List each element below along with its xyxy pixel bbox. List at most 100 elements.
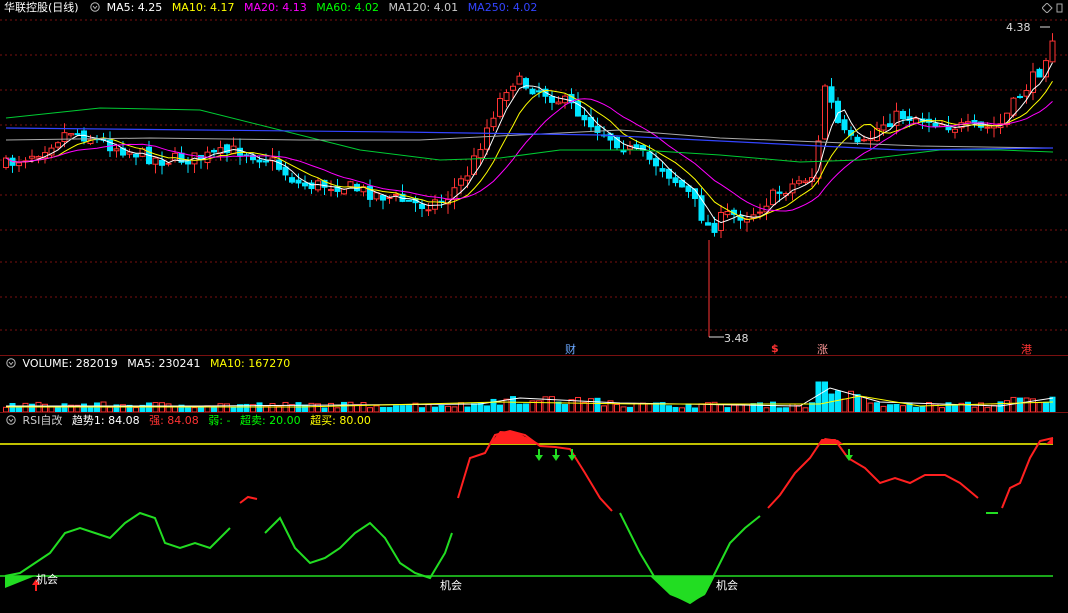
volume-bar — [360, 402, 367, 412]
candle-body — [29, 155, 35, 159]
candle-body — [841, 119, 848, 131]
candle-body — [432, 199, 438, 210]
price-panel[interactable]: 华联控股(日线) MA5: 4.25 MA10: 4.17 MA20: 4.13… — [0, 0, 1068, 356]
candle-body — [406, 199, 412, 202]
volume-bar — [224, 403, 230, 412]
volume-bar — [9, 403, 16, 412]
candle-body — [659, 168, 666, 172]
candle-body — [172, 152, 178, 161]
volume-bar — [1023, 397, 1030, 412]
signal-label: 机会 — [36, 573, 58, 586]
candle-body — [724, 210, 731, 216]
rsi-settings-icon[interactable] — [6, 415, 16, 425]
candle-body — [555, 101, 562, 105]
marker-dollar[interactable]: $ — [771, 342, 779, 355]
candlestick-chart[interactable] — [0, 0, 1068, 355]
volume-bar — [841, 398, 848, 412]
signal-label: 机会 — [440, 579, 462, 592]
candle-body — [68, 133, 74, 136]
rsi-weak: 弱: - — [208, 414, 231, 427]
candle-body — [1036, 68, 1043, 78]
candle-body — [484, 127, 490, 150]
candle-body — [503, 92, 510, 101]
rsi-strong-line — [239, 495, 258, 504]
volume-bar — [1004, 400, 1010, 412]
volume-bar — [731, 404, 737, 412]
settings-diamond-icon[interactable] — [90, 2, 100, 12]
ma5-line — [5, 62, 1053, 224]
candle-body — [757, 211, 763, 214]
candle-body — [276, 159, 282, 170]
volume-bar — [425, 404, 432, 412]
price-header: 华联控股(日线) MA5: 4.25 MA10: 4.17 MA20: 4.13… — [4, 0, 543, 16]
candle-body — [393, 193, 399, 196]
candle-body — [932, 122, 939, 127]
rsi-name: RSI自改 — [22, 414, 63, 427]
candle-body — [529, 88, 536, 95]
candle-body — [802, 180, 809, 183]
candle-body — [347, 181, 354, 188]
volume-bar — [685, 403, 692, 412]
candle-body — [165, 162, 172, 165]
volume-bar — [269, 403, 276, 412]
candle-body — [1017, 95, 1023, 98]
candle-body — [295, 179, 302, 184]
volume-bar — [698, 403, 705, 412]
volume-bar — [867, 402, 874, 412]
volume-bar — [815, 381, 822, 412]
candle-body — [458, 178, 464, 186]
ma60-label: MA60: 4.02 — [316, 1, 379, 14]
volume-panel[interactable]: VOLUME: 282019 MA5: 230241 MA10: 167270 — [0, 356, 1068, 412]
candle-body — [302, 182, 308, 187]
rsi-oversold: 超卖: 20.00 — [239, 414, 301, 427]
volume-bar — [594, 397, 601, 412]
volume-ma5: MA5: 230241 — [127, 357, 201, 370]
candle-body — [425, 209, 432, 212]
volume-bar — [581, 402, 588, 412]
candle-body — [289, 177, 295, 183]
volume-bar — [61, 403, 68, 412]
volume-bar — [835, 390, 841, 412]
sell-arrow-icon — [535, 455, 543, 461]
ma120-label: MA120: 4.01 — [388, 1, 459, 14]
volume-bar — [646, 403, 653, 412]
volume-bar — [1043, 401, 1049, 412]
volume-bar — [302, 404, 308, 412]
candle-body — [672, 177, 679, 184]
volume-settings-icon[interactable] — [6, 358, 16, 368]
overbought-fill — [490, 431, 540, 444]
candle-body — [581, 114, 588, 121]
candle-body — [282, 166, 289, 176]
candle-body — [685, 185, 692, 192]
volume-bar — [737, 404, 744, 412]
volume-bar — [1049, 396, 1056, 412]
volume-bar — [1017, 397, 1023, 412]
volume-value: VOLUME: 282019 — [22, 357, 118, 370]
candle-body — [984, 126, 991, 129]
diamond-icon[interactable] — [1041, 2, 1064, 14]
rsi-panel[interactable]: RSI自改 趋势1: 84.08 强: 84.08 弱: - 超卖: 20.00… — [0, 413, 1068, 613]
volume-bar — [497, 404, 503, 412]
volume-bar — [555, 401, 562, 412]
candle-body — [211, 149, 217, 153]
volume-bar — [165, 403, 172, 412]
candle-body — [549, 96, 555, 103]
candle-body — [497, 98, 503, 117]
volume-bar — [614, 403, 620, 412]
volume-bar — [341, 401, 347, 412]
volume-bar — [828, 393, 835, 412]
volume-bar — [503, 398, 510, 412]
candle-body — [770, 189, 776, 206]
volume-bar — [887, 404, 893, 412]
candle-body — [328, 189, 334, 192]
rsi-weak-line — [264, 516, 453, 580]
candle-body — [705, 222, 711, 226]
candle-body — [367, 185, 373, 200]
stock-title: 华联控股(日线) — [4, 1, 79, 14]
candle-body — [952, 128, 958, 133]
candle-body — [653, 158, 659, 167]
rsi-chart[interactable] — [0, 413, 1068, 613]
candle-body — [510, 85, 516, 91]
volume-bar — [822, 381, 828, 412]
rsi-strong-line — [1001, 437, 1054, 509]
